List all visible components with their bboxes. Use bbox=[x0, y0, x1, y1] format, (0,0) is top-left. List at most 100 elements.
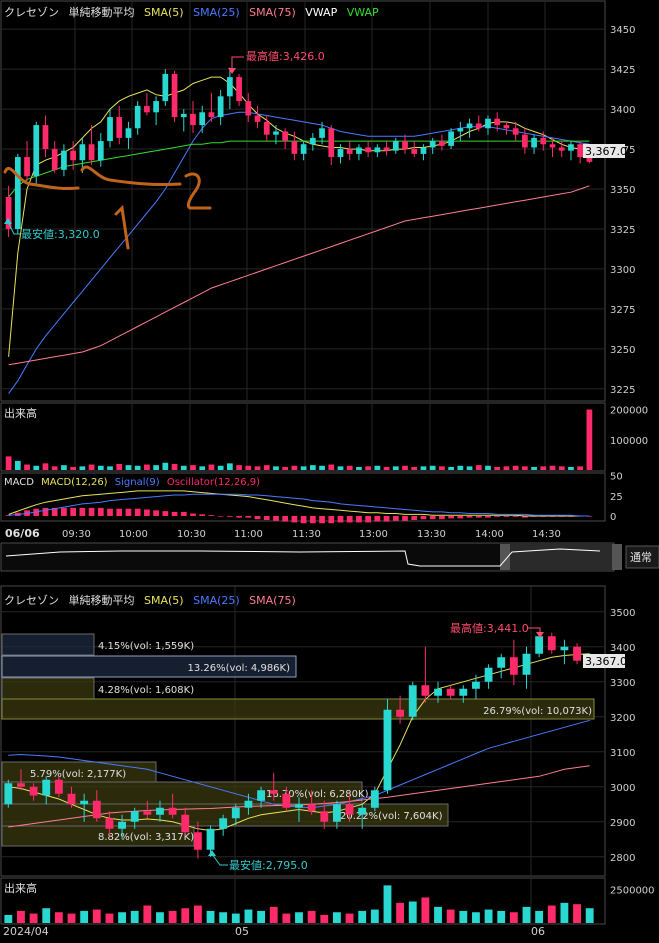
top-candle-body bbox=[245, 101, 252, 116]
top-candle-body bbox=[51, 149, 58, 170]
top-candle-body bbox=[383, 147, 390, 151]
top-volume-bar bbox=[549, 465, 556, 470]
daily-low-callout-arrowhead bbox=[208, 850, 216, 856]
top-candle-body bbox=[319, 128, 325, 138]
bot-candle-body bbox=[408, 685, 417, 717]
bot-volume-bar bbox=[206, 910, 215, 923]
bot-volume-bar bbox=[244, 909, 253, 923]
top-candle-body bbox=[420, 147, 427, 154]
top-volume-bar bbox=[485, 465, 491, 470]
top-oscillator-bar bbox=[485, 515, 491, 518]
top-candle-body bbox=[162, 73, 169, 102]
bot-volume-bar bbox=[421, 897, 430, 923]
intraday-navigator-right-handle[interactable] bbox=[612, 544, 622, 570]
intraday-time-label: 09:30 bbox=[62, 529, 91, 540]
chart-stage: 3225325032753300332533503375340034253450… bbox=[0, 0, 659, 938]
daily-low-label: 最安値:2,795.0 bbox=[229, 858, 308, 872]
bot-candle-body bbox=[118, 821, 126, 829]
daily-chart[interactable]: 2800 2900 3000 3100 3200 3300 3400 3500 4.15%(v… bbox=[0, 585, 655, 938]
top-oscillator-bar bbox=[457, 515, 464, 519]
top-candle-body bbox=[14, 157, 21, 229]
top-volume-bar bbox=[217, 465, 224, 470]
bot-candle-body bbox=[295, 804, 303, 808]
intraday-chart[interactable]: 3225325032753300332533503375340034253450… bbox=[0, 0, 659, 572]
bot-candle-body bbox=[573, 646, 581, 661]
top-candle-body bbox=[282, 131, 289, 142]
bot-candle-body bbox=[168, 807, 177, 815]
top-volume-bar bbox=[51, 466, 58, 470]
top-oscillator-bar bbox=[365, 515, 371, 523]
top-volume-bar bbox=[411, 466, 418, 470]
top-macd-tick-label: 25 bbox=[610, 492, 623, 503]
intraday-navigator-left-handle[interactable] bbox=[500, 544, 510, 570]
bot-volume-bar bbox=[143, 905, 152, 923]
daily-volume-axis: 2500000 bbox=[610, 885, 655, 896]
top-candle-body bbox=[107, 117, 113, 142]
intraday-navigator-window[interactable] bbox=[502, 544, 614, 570]
top-oscillator-bar bbox=[144, 509, 150, 516]
top-oscillator-bar bbox=[402, 515, 408, 521]
intraday-oscillator-label: Oscillator(12,26,9) bbox=[167, 477, 260, 488]
daily-legend-sma5: SMA(5) bbox=[144, 594, 184, 607]
top-candle-body bbox=[568, 144, 574, 151]
top-candle-body bbox=[199, 112, 206, 126]
top-candle-body bbox=[254, 115, 261, 122]
top-y-tick-label: 3250 bbox=[610, 345, 635, 356]
top-volume-bar bbox=[522, 466, 528, 470]
top-y-tick-label: 3275 bbox=[610, 305, 635, 316]
top-oscillator-bar bbox=[411, 515, 418, 520]
bot-candle-body bbox=[29, 786, 38, 796]
daily-high-label: 最高値:3,441.0 bbox=[450, 621, 529, 635]
intraday-macd bbox=[5, 490, 593, 524]
bot-y-tick-label: 3200 bbox=[610, 713, 635, 724]
intraday-signal-label: Signal(9) bbox=[115, 477, 160, 488]
top-oscillator-bar bbox=[263, 515, 270, 520]
top-volume-bar bbox=[457, 465, 464, 470]
top-volume-bar bbox=[291, 465, 298, 470]
top-oscillator-bar bbox=[199, 514, 206, 516]
top-oscillator-bar bbox=[190, 513, 196, 516]
bot-volume-bar bbox=[231, 913, 240, 923]
daily-volume-bars bbox=[4, 885, 594, 923]
top-oscillator-bar bbox=[227, 515, 233, 517]
top-candle-body bbox=[512, 128, 519, 135]
intraday-high-callout-arrowhead bbox=[228, 68, 236, 74]
top-volume-bar bbox=[14, 460, 21, 470]
bot-volume-bar bbox=[80, 910, 89, 923]
top-candle-body bbox=[70, 150, 76, 161]
top-candle-body bbox=[549, 144, 556, 148]
top-volume-bar bbox=[97, 465, 104, 470]
top-volume-bar bbox=[33, 465, 40, 470]
intraday-volume-bars bbox=[5, 409, 593, 470]
bot-candle-body bbox=[92, 800, 101, 819]
bot-candle-body bbox=[156, 807, 164, 815]
bot-volume-bar bbox=[484, 909, 493, 923]
top-candle-body bbox=[144, 105, 150, 113]
top-oscillator-bar bbox=[171, 511, 178, 516]
bot-y-tick-label: 3400 bbox=[610, 643, 635, 654]
intraday-indicator-name: 単純移動平均 bbox=[69, 5, 135, 19]
bot-volume-bar bbox=[257, 910, 266, 923]
top-candle-body bbox=[97, 141, 104, 161]
top-candle-body bbox=[24, 157, 30, 177]
top-volume-bar bbox=[475, 465, 482, 470]
top-candle-body bbox=[88, 144, 95, 161]
intraday-legend: クレセゾン 単純移動平均 SMA(5) SMA(25) SMA(75) VWAP… bbox=[4, 5, 379, 19]
top-volume-bar bbox=[79, 466, 86, 470]
intraday-legend-sma5: SMA(5) bbox=[144, 6, 184, 19]
top-volume-bar bbox=[429, 465, 436, 470]
top-candle-body bbox=[365, 147, 371, 153]
top-candle-body bbox=[291, 141, 298, 154]
intraday-macd-line-label: MACD(12,26) bbox=[41, 477, 108, 488]
intraday-volume-axis: 100000 200000 bbox=[610, 406, 648, 447]
top-volume-bar bbox=[42, 463, 49, 470]
bot-volume-bar bbox=[295, 912, 303, 923]
top-volume-bar bbox=[337, 466, 344, 470]
bot-volume-bar bbox=[105, 913, 114, 923]
top-volume-tick-label: 100000 bbox=[610, 436, 648, 447]
bot-candle-body bbox=[193, 832, 202, 850]
bot-candle-body bbox=[472, 681, 480, 689]
daily-legend-sma25: SMA(25) bbox=[193, 594, 240, 607]
top-volume-bar bbox=[365, 466, 371, 470]
bot-volume-bar bbox=[358, 910, 367, 923]
